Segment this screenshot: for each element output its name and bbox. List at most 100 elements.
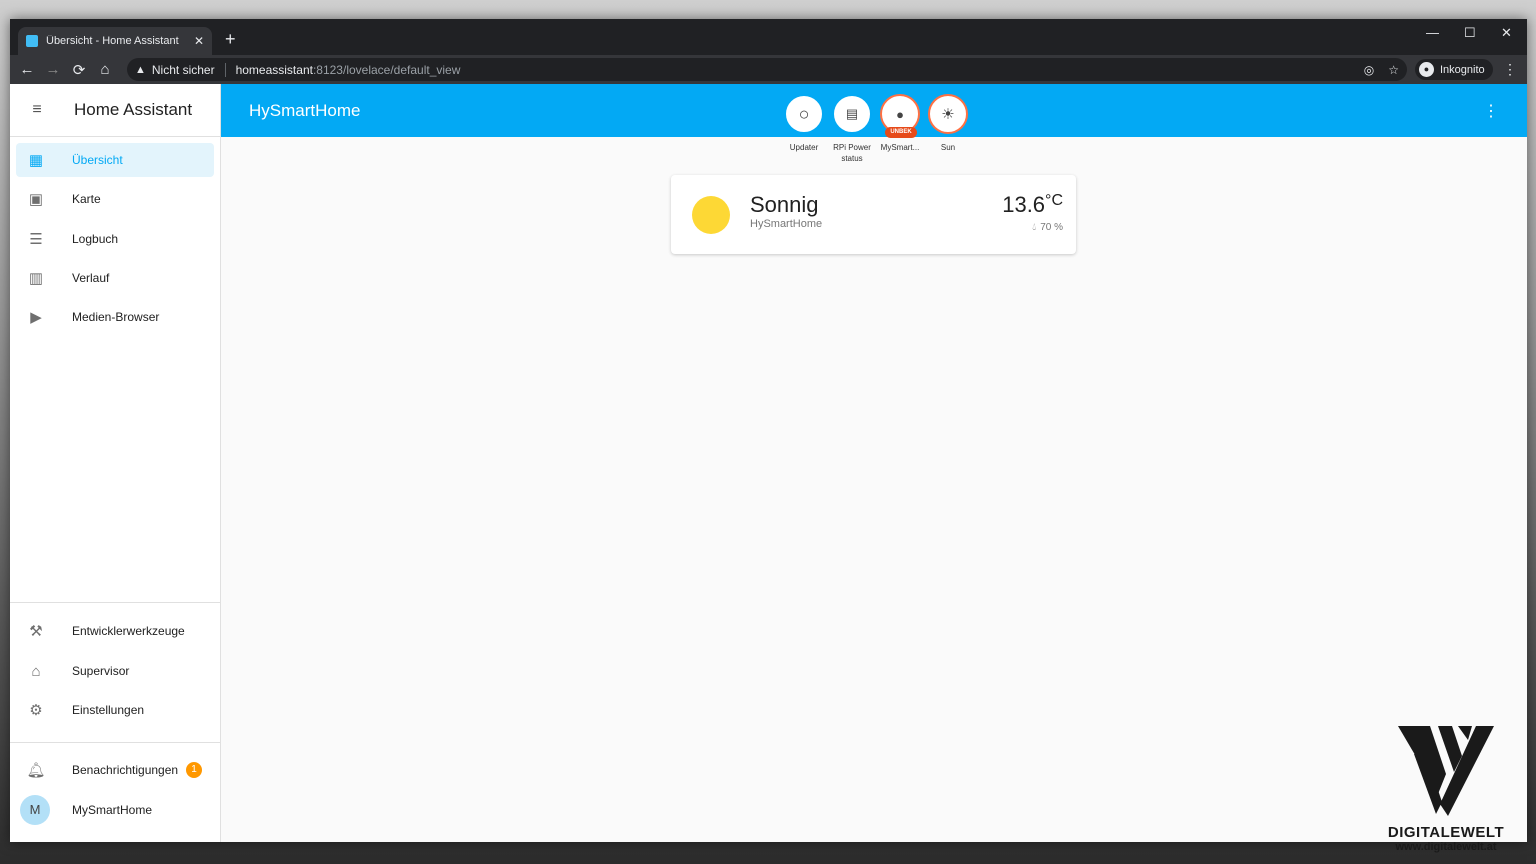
sidebar-item-label: Benachrichtigungen <box>72 763 179 777</box>
forward-arrow-icon[interactable]: → <box>40 61 66 78</box>
sidebar-title: Home Assistant <box>74 100 193 119</box>
sidebar-item-medien-browser[interactable]: ▶ Medien-Browser <box>16 300 214 334</box>
tab-title: Übersicht - Home Assistant <box>46 35 179 47</box>
raspberry-pi-icon: ▤ <box>845 106 859 121</box>
eye-off-icon[interactable]: ◎ <box>1364 63 1374 77</box>
badge-sun[interactable]: ☀ Sun <box>927 94 969 164</box>
badge-label: Sun <box>940 143 956 152</box>
browser-tab[interactable]: Übersicht - Home Assistant ✕ <box>18 27 212 55</box>
sidebar: ≡ Home Assistant ▦ Übersicht ▣ Karte ☰ L… <box>10 84 221 842</box>
tab-close-icon[interactable]: ✕ <box>194 34 204 48</box>
browser-menu-icon[interactable]: ⋮ <box>1503 61 1517 78</box>
badge-person[interactable]: ● UNBEK MySmart... <box>879 94 921 164</box>
weather-sun-icon <box>692 196 730 234</box>
weather-state: Sonnig <box>750 192 819 217</box>
sidebar-item-label: Supervisor <box>72 664 130 678</box>
main-content: HySmartHome ⋮ ○ Updater ▤ RPi Power stat… <box>221 84 1527 842</box>
url-path: :8123/lovelace/default_view <box>312 62 461 77</box>
dashboard-icon: ▦ <box>28 152 44 169</box>
bell-icon: 🔔︎ <box>26 762 46 779</box>
sun-icon: ☀ <box>941 106 955 123</box>
water-drop-icon: 💧︎ <box>1032 222 1037 233</box>
watermark: DIGITALEWELT www.digitalewelt.at <box>1386 724 1506 853</box>
incognito-icon: ● <box>1419 62 1434 77</box>
address-bar[interactable]: ▲ Nicht sicher homeassistant:8123/lovela… <box>127 58 1407 81</box>
sidebar-item-label: Logbuch <box>72 232 119 246</box>
sidebar-item-label: Verlauf <box>72 271 110 285</box>
page-title: HySmartHome <box>249 100 361 120</box>
weather-temperature: 13.6°C <box>1002 192 1063 218</box>
overflow-menu-icon[interactable]: ⋮ <box>1483 101 1499 121</box>
circle-outline-icon: ○ <box>798 103 810 124</box>
chart-bar-icon: ▥ <box>28 270 44 287</box>
digitalewelt-logo <box>1398 726 1494 816</box>
sidebar-item-notifications[interactable]: 🔔︎ Benachrichtigungen 1 <box>16 753 214 787</box>
avatar: M <box>20 795 50 825</box>
badge-circle: ▤ <box>832 94 872 134</box>
sidebar-item-karte[interactable]: ▣ Karte <box>16 182 214 216</box>
badge-updater[interactable]: ○ Updater <box>783 94 825 164</box>
star-icon[interactable]: ☆ <box>1388 63 1399 77</box>
sidebar-item-label: Einstellungen <box>72 703 145 717</box>
badge-circle: ○ <box>784 94 824 134</box>
sidebar-item-label: Karte <box>72 192 101 206</box>
sidebar-item-user[interactable]: M MySmartHome <box>16 793 214 827</box>
status-badge: UNBEK <box>885 127 917 138</box>
menu-toggle-icon[interactable]: ≡ <box>10 101 64 119</box>
media-play-icon: ▶ <box>30 309 42 326</box>
incognito-indicator[interactable]: ● Inkognito <box>1415 59 1493 80</box>
home-icon[interactable]: ⌂ <box>92 61 118 78</box>
sidebar-item-supervisor[interactable]: ⌂ Supervisor <box>16 654 214 688</box>
browser-toolbar: ← → ⟳ ⌂ ▲ Nicht sicher homeassistant:812… <box>10 55 1527 84</box>
map-account-icon: ▣ <box>28 191 44 208</box>
sidebar-item-einstellungen[interactable]: ⚙ Einstellungen <box>16 693 214 727</box>
badge-circle: ☀ <box>928 94 968 134</box>
reload-icon[interactable]: ⟳ <box>66 61 92 79</box>
home-assistant-favicon-icon <box>26 35 38 47</box>
divider <box>224 62 226 77</box>
watermark-url: www.digitalewelt.at <box>1395 841 1497 853</box>
notification-count-badge: 1 <box>186 762 203 778</box>
temperature-value: 13.6 <box>1002 192 1046 217</box>
watermark-name: DIGITALEWELT <box>1387 824 1505 841</box>
new-tab-button[interactable]: + <box>225 30 236 48</box>
sidebar-divider <box>10 602 220 603</box>
list-icon: ☰ <box>29 231 43 248</box>
sidebar-item-logbuch[interactable]: ☰ Logbuch <box>16 222 214 256</box>
back-arrow-icon[interactable]: ← <box>14 61 40 78</box>
minimize-button[interactable]: — <box>1426 25 1439 40</box>
badge-row: ○ Updater ▤ RPi Power status ● UNBEK MyS… <box>783 94 969 164</box>
badge-label: MySmart... <box>880 143 920 152</box>
badge-rpi-power[interactable]: ▤ RPi Power status <box>831 94 873 164</box>
tab-strip: Übersicht - Home Assistant ✕ + — ☐ ✕ <box>10 19 1527 55</box>
sidebar-item-label: Übersicht <box>72 153 123 167</box>
badge-label: RPi Power status <box>833 143 871 163</box>
browser-window: Übersicht - Home Assistant ✕ + — ☐ ✕ ← →… <box>10 19 1527 853</box>
sidebar-item-uebersicht[interactable]: ▦ Übersicht <box>16 143 214 177</box>
badge-label: Updater <box>789 143 819 152</box>
weather-entity-name: HySmartHome <box>750 218 823 230</box>
close-window-button[interactable]: ✕ <box>1501 25 1512 41</box>
sidebar-item-label: Entwicklerwerkzeuge <box>72 624 185 638</box>
weather-card[interactable]: Sonnig HySmartHome 13.6°C 💧︎ 70 % <box>671 175 1076 254</box>
home-assistant-app: ≡ Home Assistant ▦ Übersicht ▣ Karte ☰ L… <box>10 84 1527 842</box>
security-status[interactable]: Nicht sicher <box>152 63 215 77</box>
sidebar-item-verlauf[interactable]: ▥ Verlauf <box>16 261 214 295</box>
sidebar-divider <box>10 742 220 743</box>
badge-circle: ● UNBEK <box>880 94 920 138</box>
person-icon: ● <box>896 106 904 122</box>
address-bar-actions: ◎ ☆ <box>1364 63 1399 77</box>
url-host: homeassistant <box>235 62 313 77</box>
supervisor-home-icon: ⌂ <box>31 662 41 680</box>
temperature-unit: °C <box>1045 192 1063 209</box>
warning-icon: ▲ <box>135 63 146 76</box>
hammer-icon: ⚒ <box>29 623 43 640</box>
sidebar-item-entwicklerwerkzeuge[interactable]: ⚒ Entwicklerwerkzeuge <box>16 614 214 648</box>
incognito-label: Inkognito <box>1440 63 1485 76</box>
gear-icon: ⚙ <box>29 702 43 719</box>
maximize-button[interactable]: ☐ <box>1464 25 1476 41</box>
sidebar-item-label: MySmartHome <box>72 803 153 817</box>
weather-humidity: 💧︎ 70 % <box>1032 222 1063 233</box>
humidity-value: 70 % <box>1040 222 1063 233</box>
sidebar-header: ≡ Home Assistant <box>10 84 220 137</box>
